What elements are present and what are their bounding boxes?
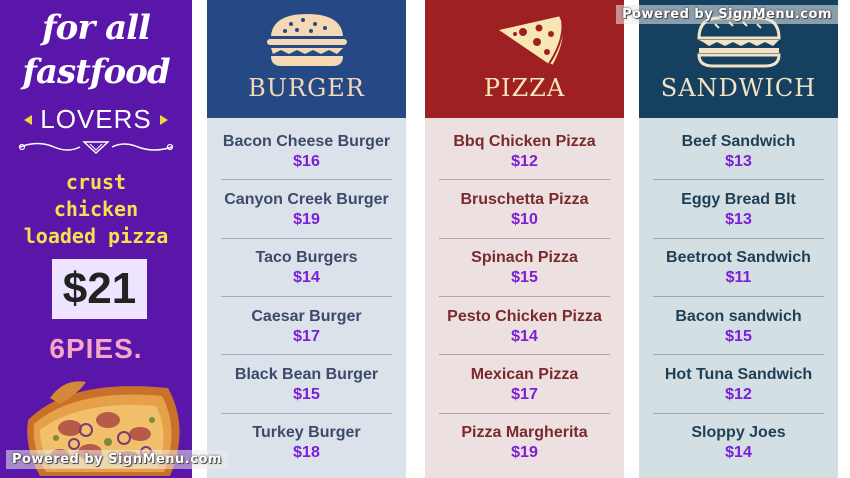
menu-item-name: Eggy Bread Blt <box>681 191 796 208</box>
promo-line-1: for all <box>42 8 151 48</box>
pizza-column: PIZZA Bbq Chicken Pizza $12 Bruschetta P… <box>425 0 624 478</box>
sandwich-title: SANDWICH <box>660 74 817 102</box>
menu-item-name: Bbq Chicken Pizza <box>453 133 596 150</box>
divider <box>439 413 610 414</box>
menu-item: Taco Burgers $14 <box>207 249 406 289</box>
watermark-bottom: Powered by SignMenu.com <box>6 450 228 469</box>
menu-item-price: $12 <box>725 386 752 403</box>
watermark-top: Powered by SignMenu.com <box>616 5 838 24</box>
divider <box>221 296 392 297</box>
burger-title: BURGER <box>248 74 365 102</box>
menu-item-price: $14 <box>725 444 752 461</box>
promo-deal-line-2: chicken <box>53 197 139 221</box>
menu-item-price: $18 <box>293 444 320 461</box>
menu-item-name: Bacon sandwich <box>675 308 802 325</box>
menu-item-name: Pizza Margherita <box>461 424 588 441</box>
menu-item: Hot Tuna Sandwich $12 <box>639 366 838 406</box>
divider <box>653 238 824 239</box>
menu-item: Black Bean Burger $15 <box>207 366 406 406</box>
menu-item-name: Spinach Pizza <box>471 249 578 266</box>
promo-quantity: 6PIES. <box>49 333 143 364</box>
sandwich-list: Beef Sandwich $13 Eggy Bread Blt $13 Bee… <box>639 118 838 478</box>
menu-item-price: $14 <box>293 269 320 286</box>
menu-item: Canyon Creek Burger $19 <box>207 191 406 231</box>
divider <box>221 238 392 239</box>
menu-item-price: $13 <box>725 153 752 170</box>
divider <box>439 179 610 180</box>
divider <box>653 413 824 414</box>
menu-item-price: $19 <box>293 211 320 228</box>
divider <box>221 354 392 355</box>
menu-item: Caesar Burger $17 <box>207 308 406 348</box>
menu-item-price: $15 <box>293 386 320 403</box>
menu-item: Beetroot Sandwich $11 <box>639 249 838 289</box>
divider <box>439 296 610 297</box>
menu-item: Beef Sandwich $13 <box>639 133 838 173</box>
menu-item-price: $15 <box>725 328 752 345</box>
menu-item-name: Mexican Pizza <box>470 366 579 383</box>
pizza-slice-icon <box>499 13 565 68</box>
burger-column: BURGER Bacon Cheese Burger $16 Canyon Cr… <box>207 0 406 478</box>
promo-lovers: LOVERS <box>0 104 192 135</box>
divider <box>221 179 392 180</box>
menu-item-name: Caesar Burger <box>251 308 362 325</box>
menu-item: Bruschetta Pizza $10 <box>425 191 624 231</box>
menu-item-price: $15 <box>511 269 538 286</box>
menu-item-price: $10 <box>511 211 538 228</box>
pizza-header: PIZZA <box>425 0 624 118</box>
sandwich-column: SANDWICH Beef Sandwich $13 Eggy Bread Bl… <box>639 0 838 478</box>
menu-item: Bbq Chicken Pizza $12 <box>425 133 624 173</box>
menu-item-name: Turkey Burger <box>252 424 361 441</box>
divider <box>653 179 824 180</box>
left-arrow-icon <box>24 114 33 125</box>
menu-item-name: Canyon Creek Burger <box>224 191 389 208</box>
burger-header: BURGER <box>207 0 406 118</box>
menu-item-price: $13 <box>725 211 752 228</box>
menu-item-name: Pesto Chicken Pizza <box>447 308 602 325</box>
menu-item-name: Taco Burgers <box>255 249 358 266</box>
menu-item-name: Sloppy Joes <box>691 424 786 441</box>
menu-item-price: $14 <box>511 328 538 345</box>
promo-price: $21 <box>62 264 137 313</box>
promo-line-2: fastfood <box>22 52 170 92</box>
menu-item: Sloppy Joes $14 <box>639 424 838 464</box>
menu-item-name: Beef Sandwich <box>681 133 796 150</box>
menu-item-price: $17 <box>511 386 538 403</box>
menu-item: Bacon sandwich $15 <box>639 308 838 348</box>
menu-item-name: Bruschetta Pizza <box>460 191 589 208</box>
menu-item-price: $12 <box>511 153 538 170</box>
menu-item-price: $16 <box>293 153 320 170</box>
promo-panel: for all fastfood LOVERS crust chicken lo… <box>0 0 192 478</box>
right-arrow-icon <box>159 114 168 125</box>
promo-deal-line-3: loaded pizza <box>23 224 169 248</box>
menu-item-price: $17 <box>293 328 320 345</box>
divider <box>439 238 610 239</box>
menu-item-name: Bacon Cheese Burger <box>222 133 391 150</box>
menu-item-price: $11 <box>725 269 752 286</box>
flourish-divider-icon <box>18 141 174 154</box>
pizza-list: Bbq Chicken Pizza $12 Bruschetta Pizza $… <box>425 118 624 478</box>
burger-icon <box>267 14 347 66</box>
menu-item: Mexican Pizza $17 <box>425 366 624 406</box>
menu-item: Eggy Bread Blt $13 <box>639 191 838 231</box>
promo-deal-line-1: crust <box>65 170 127 194</box>
menu-item: Turkey Burger $18 <box>207 424 406 464</box>
menu-item: Pesto Chicken Pizza $14 <box>425 308 624 348</box>
menu-item-name: Hot Tuna Sandwich <box>664 366 813 383</box>
menu-item-price: $19 <box>511 444 538 461</box>
menu-item: Pizza Margherita $19 <box>425 424 624 464</box>
menu-item: Bacon Cheese Burger $16 <box>207 133 406 173</box>
promo-lovers-label: LOVERS <box>40 104 152 134</box>
divider <box>221 413 392 414</box>
promo-price-box: $21 <box>52 259 147 319</box>
menu-item: Spinach Pizza $15 <box>425 249 624 289</box>
burger-list: Bacon Cheese Burger $16 Canyon Creek Bur… <box>207 118 406 478</box>
divider <box>653 354 824 355</box>
divider <box>653 296 824 297</box>
menu-item-name: Black Bean Burger <box>234 366 379 383</box>
divider <box>439 354 610 355</box>
menu-item-name: Beetroot Sandwich <box>666 249 811 266</box>
pizza-title: PIZZA <box>483 74 566 102</box>
